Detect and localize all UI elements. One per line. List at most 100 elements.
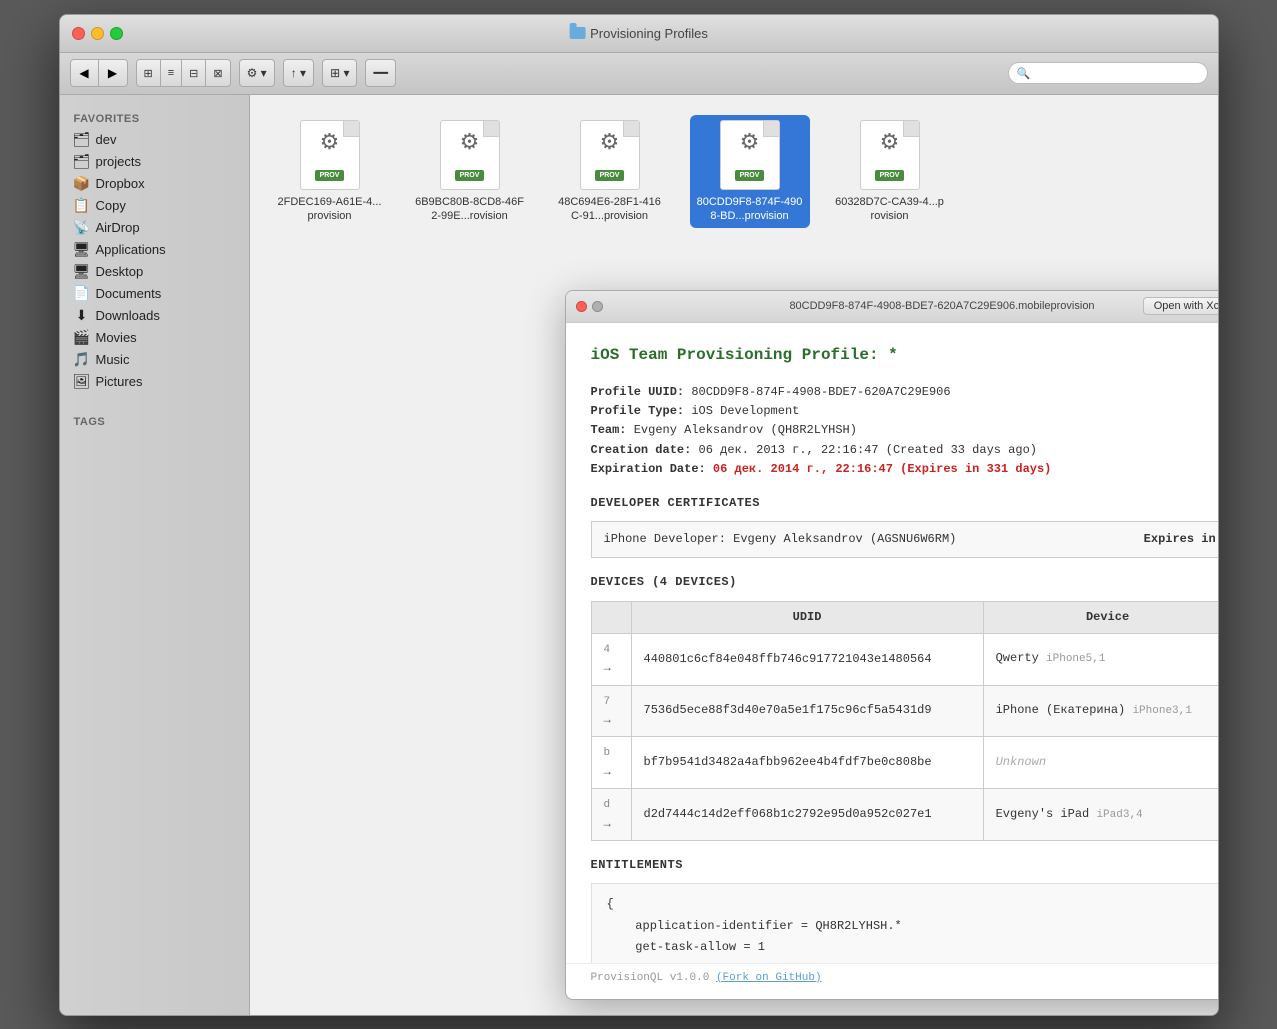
content-area: FAVORITES 🗂 dev 🗂 projects 📦 Dropbox 📋 C… <box>60 95 1218 1015</box>
action-button[interactable]: ⚙ ▾ <box>239 59 275 87</box>
cert-expiry: Expires in 308 days <box>1144 530 1218 549</box>
pictures-icon: 🖼 <box>74 374 90 390</box>
cert-name: iPhone Developer: Evgeny Aleksandrov (AG… <box>604 530 957 549</box>
prov-badge-4: PROV <box>735 170 765 181</box>
prov-badge-2: PROV <box>455 170 485 181</box>
file-name-1: 2FDEC169-A61E-4...provision <box>275 195 385 224</box>
ql-profile-title: iOS Team Provisioning Profile: * <box>591 343 1218 369</box>
list-view-button[interactable]: ≡ <box>161 60 182 86</box>
expiration-label: Expiration Date: <box>591 462 713 476</box>
file-item-3[interactable]: ⚙ PROV 48C694E6-28F1-416C-91...provision <box>550 115 670 229</box>
sidebar-item-desktop[interactable]: 🖥 Desktop <box>60 261 249 283</box>
dev-icon: 🗂 <box>74 132 90 148</box>
creation-label: Creation date: <box>591 443 699 457</box>
profile-uuid-value: 80CDD9F8-874F-4908-BDE7-620A7C29E906 <box>691 385 950 399</box>
search-box[interactable]: 🔍 <box>1008 62 1208 84</box>
toggle-button[interactable]: ━━ <box>365 59 395 87</box>
file-icon-3: ⚙ PROV <box>575 120 645 190</box>
dev-certs-header: DEVELOPER CERTIFICATES <box>591 494 1218 513</box>
main-content: ⚙ PROV 2FDEC169-A61E-4...provision ⚙ PRO… <box>250 95 1218 1015</box>
cover-view-button[interactable]: ⊠ <box>206 60 229 86</box>
sidebar-item-airdrop[interactable]: 📡 AirDrop <box>60 217 249 239</box>
device-row-2-udid: 7536d5ece88f3d40e70a5e1f175c96cf5a5431d9 <box>631 685 983 737</box>
window-title: Provisioning Profiles <box>569 26 708 41</box>
back-button[interactable]: ◀ <box>71 60 99 86</box>
file-item-4[interactable]: ⚙ PROV 80CDD9F8-874F-4908-BD...provision <box>690 115 810 229</box>
device-row-4: d → d2d7444c14d2eff068b1c2792e95d0a952c0… <box>591 789 1218 841</box>
expiration-value: 06 дек. 2014 г., 22:16:47 (Expires in 33… <box>713 462 1051 476</box>
provision-file-icon-1: ⚙ PROV <box>300 120 360 190</box>
sidebar-item-airdrop-label: AirDrop <box>96 220 140 235</box>
ql-footer: ProvisionQL v1.0.0 (Fork on GitHub) <box>566 963 1218 999</box>
minimize-button[interactable] <box>91 27 104 40</box>
device-row-2: 7 → 7536d5ece88f3d40e70a5e1f175c96cf5a54… <box>591 685 1218 737</box>
sidebar-item-copy[interactable]: 📋 Copy <box>60 195 249 217</box>
music-icon: 🎵 <box>74 352 90 368</box>
file-icon-5: ⚙ PROV <box>855 120 925 190</box>
file-name-5: 60328D7C-CA39-4...provision <box>835 195 945 224</box>
device-row-3-udid: bf7b9541d3482a4afbb962ee4b4fdf7be0c808be <box>631 737 983 789</box>
file-icon-4: ⚙ PROV <box>715 120 785 190</box>
toolbar: ◀ ▶ ⊞ ≡ ⊟ ⊠ ⚙ ▾ ↑ ▾ ⊞ ▾ ━━ 🔍 <box>60 53 1218 95</box>
file-icon-2: ⚙ PROV <box>435 120 505 190</box>
sidebar-item-documents[interactable]: 📄 Documents <box>60 283 249 305</box>
sidebar-item-downloads[interactable]: ⬇ Downloads <box>60 305 249 327</box>
sidebar-item-desktop-label: Desktop <box>96 264 144 279</box>
file-item-2[interactable]: ⚙ PROV 6B9BC80B-8CD8-46F2-99E...rovision <box>410 115 530 229</box>
profile-info: Profile UUID: 80CDD9F8-874F-4908-BDE7-62… <box>591 383 1218 479</box>
team-value: Evgeny Aleksandrov (QH8R2LYHSH) <box>634 423 857 437</box>
sidebar-item-pictures[interactable]: 🖼 Pictures <box>60 371 249 393</box>
ql-min-button[interactable] <box>592 301 603 312</box>
folder-icon <box>569 27 585 39</box>
footer-text: ProvisionQL v1.0.0 <box>591 972 710 984</box>
ql-close-button[interactable] <box>576 301 587 312</box>
profile-type-value: iOS Development <box>691 404 799 418</box>
sidebar-item-applications[interactable]: 🖥 Applications <box>60 239 249 261</box>
view-switcher: ⊞ ≡ ⊟ ⊠ <box>136 59 231 87</box>
entitlements-header: ENTITLEMENTS <box>591 856 1218 875</box>
finder-window: Provisioning Profiles ◀ ▶ ⊞ ≡ ⊟ ⊠ ⚙ ▾ ↑ … <box>59 14 1219 1016</box>
share-button[interactable]: ↑ ▾ <box>283 59 314 87</box>
forward-button[interactable]: ▶ <box>99 60 127 86</box>
profile-uuid-label: Profile UUID: <box>591 385 692 399</box>
prov-badge-3: PROV <box>595 170 625 181</box>
provision-file-icon-3: ⚙ PROV <box>580 120 640 190</box>
ql-titlebar: 80CDD9F8-874F-4908-BDE7-620A7C29E906.mob… <box>566 291 1218 323</box>
sidebar-item-music[interactable]: 🎵 Music <box>60 349 249 371</box>
close-button[interactable] <box>72 27 85 40</box>
device-row-3: b → bf7b9541d3482a4afbb962ee4b4fdf7be0c8… <box>591 737 1218 789</box>
sidebar-item-movies-label: Movies <box>96 330 137 345</box>
documents-icon: 📄 <box>74 286 90 302</box>
device-row-1-device: Qwerty iPhone5,1 <box>983 633 1217 685</box>
movies-icon: 🎬 <box>74 330 90 346</box>
sidebar-item-dev[interactable]: 🗂 dev <box>60 129 249 151</box>
file-item-5[interactable]: ⚙ PROV 60328D7C-CA39-4...provision <box>830 115 950 229</box>
provision-file-icon-5: ⚙ PROV <box>860 120 920 190</box>
file-name-2: 6B9BC80B-8CD8-46F2-99E...rovision <box>415 195 525 224</box>
sidebar-item-applications-label: Applications <box>96 242 166 257</box>
fork-link[interactable]: (Fork on GitHub) <box>716 972 822 984</box>
nav-buttons: ◀ ▶ <box>70 59 128 87</box>
favorites-label: FAVORITES <box>60 105 249 129</box>
column-view-button[interactable]: ⊟ <box>182 60 206 86</box>
dropbox-icon: 📦 <box>74 176 90 192</box>
devices-header: DEVICES (4 DEVICES) <box>591 573 1218 592</box>
profile-type-label: Profile Type: <box>591 404 692 418</box>
col-header-num <box>591 601 631 633</box>
sidebar-item-dropbox[interactable]: 📦 Dropbox <box>60 173 249 195</box>
sidebar-item-projects[interactable]: 🗂 projects <box>60 151 249 173</box>
sidebar-item-downloads-label: Downloads <box>96 308 160 323</box>
device-row-4-device: Evgeny's iPad iPad3,4 <box>983 789 1217 841</box>
device-row-1: 4 → 440801c6cf84e048ffb746c917721043e148… <box>591 633 1218 685</box>
arrange-button[interactable]: ⊞ ▾ <box>322 59 357 87</box>
icon-view-button[interactable]: ⊞ <box>137 60 161 86</box>
sidebar-item-movies[interactable]: 🎬 Movies <box>60 327 249 349</box>
device-row-3-device: Unknown <box>983 737 1217 789</box>
gear-icon-3: ⚙ <box>600 129 620 155</box>
maximize-button[interactable] <box>110 27 123 40</box>
ql-traffic-lights <box>576 301 603 312</box>
col-header-device: Device <box>983 601 1217 633</box>
file-name-4: 80CDD9F8-874F-4908-BD...provision <box>695 195 805 224</box>
file-item-1[interactable]: ⚙ PROV 2FDEC169-A61E-4...provision <box>270 115 390 229</box>
open-with-xcode-button[interactable]: Open with Xcode <box>1143 297 1218 315</box>
